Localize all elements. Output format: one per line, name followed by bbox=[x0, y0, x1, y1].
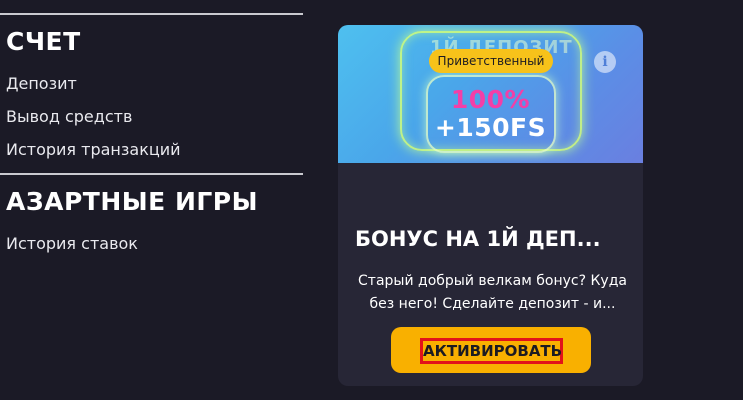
welcome-badge: Приветственный bbox=[429, 49, 553, 73]
bonus-banner: 1Й ДЕПОЗИТ Приветственный 100% +150FS i bbox=[338, 25, 643, 163]
bonus-title: БОНУС НА 1Й ДЕП... bbox=[355, 227, 601, 251]
menu-item-withdrawal[interactable]: Вывод средств bbox=[6, 107, 132, 126]
menu-divider bbox=[0, 173, 303, 175]
info-icon[interactable]: i bbox=[594, 51, 616, 73]
menu-item-transaction-history[interactable]: История транзакций bbox=[6, 140, 181, 159]
menu-divider bbox=[0, 13, 303, 15]
account-menu: СЧЕТ Депозит Вывод средств История транз… bbox=[0, 0, 303, 400]
menu-item-deposit[interactable]: Депозит bbox=[6, 74, 77, 93]
bonus-card: 1Й ДЕПОЗИТ Приветственный 100% +150FS i … bbox=[338, 25, 643, 386]
activate-button[interactable]: АКТИВИРОВАТЬ bbox=[391, 327, 591, 373]
gambling-section-title: АЗАРТНЫЕ ИГРЫ bbox=[6, 187, 259, 216]
menu-item-bet-history[interactable]: История ставок bbox=[6, 234, 138, 253]
promo-percent: 100% bbox=[450, 85, 531, 114]
activate-button-label: АКТИВИРОВАТЬ bbox=[420, 338, 563, 364]
bonus-description: Старый добрый велкам бонус? Куда без нег… bbox=[358, 273, 627, 312]
promo-free-spins: +150FS bbox=[434, 113, 547, 142]
account-section-title: СЧЕТ bbox=[6, 27, 81, 56]
account-page: СЧЕТ Депозит Вывод средств История транз… bbox=[0, 0, 743, 400]
